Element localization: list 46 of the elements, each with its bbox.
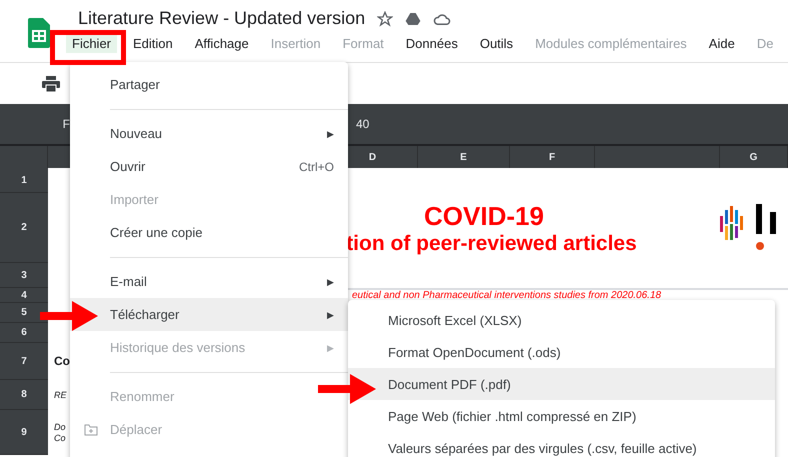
menu-item[interactable]: Outils: [474, 34, 520, 53]
row-header[interactable]: 5: [0, 303, 48, 323]
pointer-arrow: [318, 374, 376, 404]
submenu-entry[interactable]: Valeurs séparées par des virgules (.csv, feuille active): [348, 432, 775, 457]
menu-item[interactable]: Aide: [702, 34, 741, 53]
submenu-entry[interactable]: Microsoft Excel (XLSX): [348, 304, 775, 336]
name-box[interactable]: F: [0, 117, 70, 131]
row-header[interactable]: 6: [0, 323, 48, 343]
column-header[interactable]: F: [510, 146, 595, 168]
star-icon[interactable]: [377, 10, 394, 26]
menu-entry[interactable]: Partager: [70, 68, 348, 101]
menu-item[interactable]: Données: [400, 34, 464, 53]
cell-text: Co: [54, 356, 70, 367]
formula-text[interactable]: 40: [356, 117, 370, 131]
submenu-arrow-icon: ▶: [327, 276, 334, 286]
sheet-heading: COVID-19: [424, 200, 544, 232]
row-header[interactable]: 1: [0, 168, 48, 193]
submenu-arrow-icon: ▶: [327, 128, 334, 138]
sheet-subheading: tion of peer-reviewed articles: [346, 232, 637, 256]
menu-item[interactable]: Edition: [127, 34, 179, 53]
column-header[interactable]: E: [418, 146, 510, 168]
row-header[interactable]: 2: [0, 193, 48, 263]
drive-icon[interactable]: [405, 10, 422, 26]
submenu-entry[interactable]: Document PDF (.pdf): [348, 368, 775, 400]
document-title[interactable]: Literature Review - Updated version: [78, 8, 366, 29]
menu-entry[interactable]: Créer une copie: [70, 216, 348, 249]
row-header[interactable]: 4: [0, 288, 48, 303]
print-icon[interactable]: [42, 76, 60, 92]
cell-text: RE: [54, 390, 67, 400]
row-header[interactable]: 7: [0, 343, 48, 380]
cell-text: Co: [54, 432, 66, 444]
row-header[interactable]: 3: [0, 263, 48, 288]
submenu-arrow-icon: ▶: [327, 342, 334, 352]
menu-item[interactable]: Fichier: [66, 34, 118, 53]
menu-item[interactable]: Affichage: [188, 34, 255, 53]
spreadsheet-logo[interactable]: [28, 18, 50, 48]
submenu-arrow-icon: ▶: [327, 310, 334, 320]
submenu-entry[interactable]: Page Web (fichier .html compressé en ZIP): [348, 400, 775, 432]
folder-icon: [84, 424, 98, 436]
row-header[interactable]: 9: [0, 410, 48, 455]
pointer-arrow: [40, 301, 98, 331]
row-header[interactable]: 8: [0, 380, 48, 410]
column-header[interactable]: G: [720, 146, 788, 168]
submenu-entry[interactable]: Format OpenDocument (.ods): [348, 336, 775, 368]
cell-text: Do: [54, 422, 66, 432]
menu-entry[interactable]: Télécharger ▶: [70, 298, 348, 331]
